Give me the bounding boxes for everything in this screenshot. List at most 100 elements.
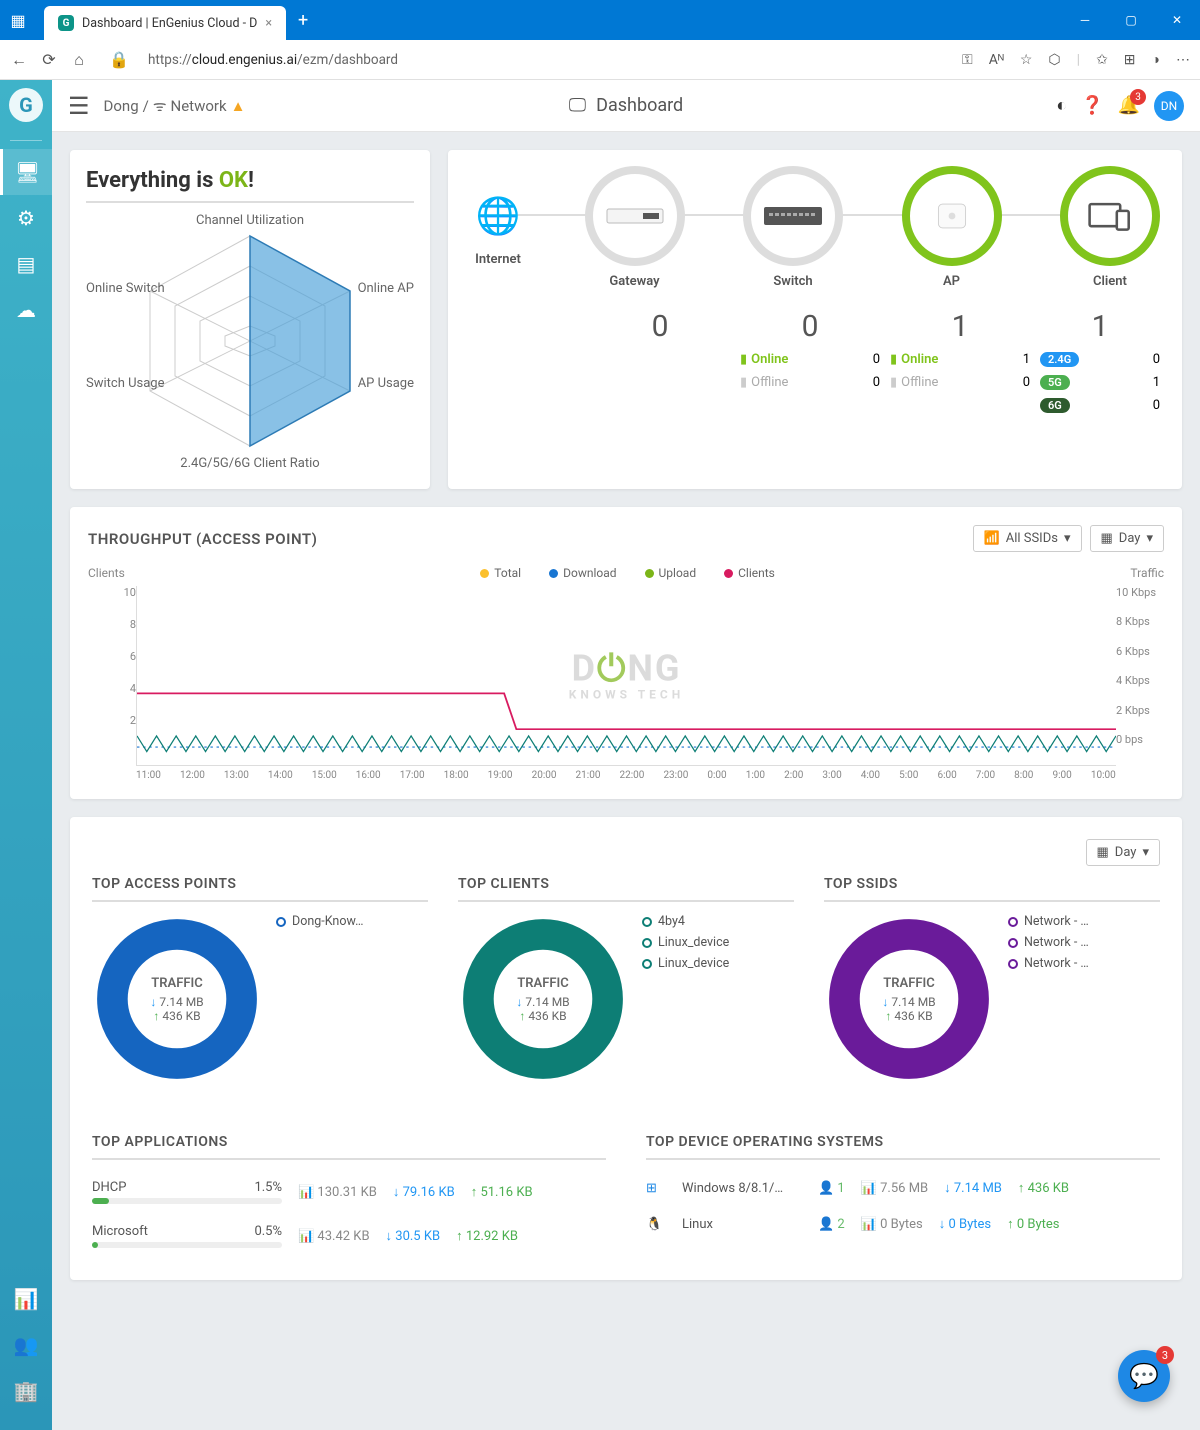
tops-column: TOP SSIDS TRAFFIC ↓ 7.14 MB ↑ 436 KB Net… xyxy=(824,876,1160,1084)
close-window-button[interactable]: ✕ xyxy=(1154,0,1200,40)
legend-item[interactable]: Dong-Know… xyxy=(276,914,363,929)
sidebar-users[interactable]: 👥 xyxy=(0,1322,52,1368)
radar-label: Switch Usage xyxy=(86,376,165,391)
window-controls: ─ ▢ ✕ xyxy=(1062,0,1200,40)
help-icon[interactable]: ❓ xyxy=(1081,95,1103,116)
collections-icon[interactable]: ⊞ xyxy=(1124,52,1136,68)
throughput-card: THROUGHPUT (ACCESS POINT) 📶All SSIDs▾ ▦D… xyxy=(70,507,1182,799)
download-icon: ↓ 7.14 MB xyxy=(944,1180,1002,1196)
avatar[interactable]: DN xyxy=(1154,91,1184,121)
throughput-title: THROUGHPUT (ACCESS POINT) xyxy=(88,530,317,548)
chat-fab[interactable]: 💬3 xyxy=(1118,1350,1170,1402)
section-title: TOP DEVICE OPERATING SYSTEMS xyxy=(646,1134,1160,1160)
os-row: ⊞ Windows 8/8.1/… 👤 1 📊 7.56 MB ↓ 7.14 M… xyxy=(646,1170,1160,1206)
maximize-button[interactable]: ▢ xyxy=(1108,0,1154,40)
chart-legend: Total Download Upload Clients xyxy=(480,566,775,580)
browser-tab[interactable]: G Dashboard | EnGenius Cloud - D × xyxy=(44,6,286,40)
sidebar: G 🖥 ⚙ ▤ ☁ 📊 👥 🏢 xyxy=(0,80,52,1430)
legend-item[interactable]: Linux_device xyxy=(642,956,729,971)
donut-chart: TRAFFIC ↓ 7.14 MB ↑ 436 KB xyxy=(92,914,262,1084)
sidebar-stats[interactable]: 📊 xyxy=(0,1276,52,1322)
new-tab-button[interactable]: + xyxy=(286,10,320,31)
period-dropdown[interactable]: ▦Day▾ xyxy=(1090,525,1165,552)
donut-chart: TRAFFIC ↓ 7.14 MB ↑ 436 KB xyxy=(824,914,994,1084)
refresh-button[interactable]: ⟳ xyxy=(40,51,58,69)
tops-card: ▦Day▾ TOP ACCESS POINTS TRAFFIC ↓ 7.14 M… xyxy=(70,817,1182,1280)
donut-legend: 4by4 Linux_device Linux_device xyxy=(642,914,729,1084)
download-icon: ↓ 30.5 KB xyxy=(386,1228,441,1244)
notifications-button[interactable]: 🔔3 xyxy=(1118,95,1140,116)
page-title: 🖵 Dashboard xyxy=(569,95,683,116)
profile-icon[interactable]: ◑ xyxy=(1152,51,1160,68)
legend-item[interactable]: 4by4 xyxy=(642,914,729,929)
legend-item: Clients xyxy=(724,566,775,580)
sidebar-settings[interactable]: ⚙ xyxy=(0,195,52,241)
app-row: Microsoft0.5% 📊 43.42 KB ↓ 30.5 KB ↑ 12.… xyxy=(92,1214,606,1258)
upload-icon: ↑ 436 KB xyxy=(1018,1180,1069,1196)
minimize-button[interactable]: ─ xyxy=(1062,0,1108,40)
status-heading: Everything is OK! xyxy=(86,168,414,203)
radar-label: 2.4G/5G/6G Client Ratio xyxy=(180,456,319,471)
client-count: 1 xyxy=(1040,309,1160,344)
network-icon: ᯤ xyxy=(153,96,167,116)
legend-item[interactable]: Linux_device xyxy=(642,935,729,950)
total-icon: 📊 7.56 MB xyxy=(861,1181,928,1196)
sidebar-cloud[interactable]: ☁ xyxy=(0,287,52,333)
read-aloud-icon[interactable]: Aᴺ xyxy=(989,51,1004,68)
section-title: TOP APPLICATIONS xyxy=(92,1134,606,1160)
os-row: 🐧 Linux 👤 2 📊 0 Bytes ↓ 0 Bytes ↑ 0 Byte… xyxy=(646,1206,1160,1242)
download-icon: ↓ 0 Bytes xyxy=(939,1216,991,1232)
extension-icon[interactable]: ⬡ xyxy=(1048,52,1060,68)
url-path: /ezm/dashboard xyxy=(297,52,398,68)
site-info-icon[interactable]: 🔒 xyxy=(110,51,128,69)
sidebar-dashboard[interactable]: 🖥 xyxy=(0,149,52,195)
favorite-icon[interactable]: ☆ xyxy=(1020,52,1033,68)
key-icon[interactable]: ⚿ xyxy=(962,52,973,68)
top-applications: TOP APPLICATIONS DHCP1.5% 📊 130.31 KB ↓ … xyxy=(92,1134,606,1258)
throughput-chart: 108642 D⏻NGKNOWS TECH 10 Kbps8 Kbps6 Kbp… xyxy=(88,586,1164,766)
url-field[interactable]: https://cloud.engenius.ai/ezm/dashboard xyxy=(140,52,950,68)
fab-badge: 3 xyxy=(1156,1346,1174,1364)
home-button[interactable]: ⌂ xyxy=(70,51,88,69)
legend-item[interactable]: Network - … xyxy=(1008,914,1089,929)
more-icon[interactable]: ⋯ xyxy=(1176,52,1190,68)
node-ap[interactable]: AP xyxy=(902,166,1002,289)
ap-count: 1 xyxy=(890,309,1030,344)
axis-right-label: Traffic xyxy=(1130,566,1164,586)
status-card: Everything is OK! xyxy=(70,150,430,489)
breadcrumb[interactable]: Dong / ᯤ Network ▲ xyxy=(104,96,246,116)
legend-item: Download xyxy=(549,566,616,580)
radar-label: Channel Utilization xyxy=(196,213,304,228)
node-gateway[interactable]: Gateway xyxy=(585,166,685,289)
sidebar-reports[interactable]: ▤ xyxy=(0,241,52,287)
favorites-bar-icon[interactable]: ✩ xyxy=(1096,52,1108,68)
sidebar-org[interactable]: 🏢 xyxy=(0,1368,52,1414)
ssid-dropdown[interactable]: 📶All SSIDs▾ xyxy=(973,525,1082,552)
donut-chart: TRAFFIC ↓ 7.14 MB ↑ 436 KB xyxy=(458,914,628,1084)
back-button[interactable]: ← xyxy=(10,51,28,69)
legend-item[interactable]: Network - … xyxy=(1008,935,1089,950)
tab-title: Dashboard | EnGenius Cloud - D xyxy=(82,16,257,31)
legend-item: Upload xyxy=(645,566,697,580)
main: ☰ Dong / ᯤ Network ▲ 🖵 Dashboard ◐ ❓ 🔔3 … xyxy=(52,80,1200,1430)
total-icon: 📊 130.31 KB xyxy=(298,1185,377,1200)
legend-item[interactable]: Network - … xyxy=(1008,956,1089,971)
theme-toggle-icon[interactable]: ◐ xyxy=(1056,95,1067,116)
upload-icon: ↑ 12.92 KB xyxy=(456,1228,518,1244)
brand-logo[interactable]: G xyxy=(9,88,43,122)
tops-period-dropdown[interactable]: ▦Day▾ xyxy=(1086,839,1161,866)
node-internet[interactable]: 🌐 Internet xyxy=(470,188,526,267)
os-icon: ⊞ xyxy=(646,1181,666,1196)
menu-button[interactable]: ☰ xyxy=(68,92,90,120)
node-switch[interactable]: Switch xyxy=(743,166,843,289)
legend-item: Total xyxy=(480,566,521,580)
top-os: TOP DEVICE OPERATING SYSTEMS ⊞ Windows 8… xyxy=(646,1134,1160,1258)
radar-label: Online Switch xyxy=(86,281,165,296)
node-client[interactable]: Client xyxy=(1060,166,1160,289)
topology-card: 🌐 Internet Gateway Switch xyxy=(448,150,1182,489)
close-tab-icon[interactable]: × xyxy=(265,16,272,31)
total-icon: 📊 0 Bytes xyxy=(861,1217,923,1232)
tab-actions-icon[interactable]: ▦ xyxy=(0,11,36,30)
toolbar-icons: ⚿ Aᴺ ☆ ⬡ | ✩ ⊞ ◑ ⋯ xyxy=(962,51,1190,68)
tops-column: TOP ACCESS POINTS TRAFFIC ↓ 7.14 MB ↑ 43… xyxy=(92,876,428,1084)
